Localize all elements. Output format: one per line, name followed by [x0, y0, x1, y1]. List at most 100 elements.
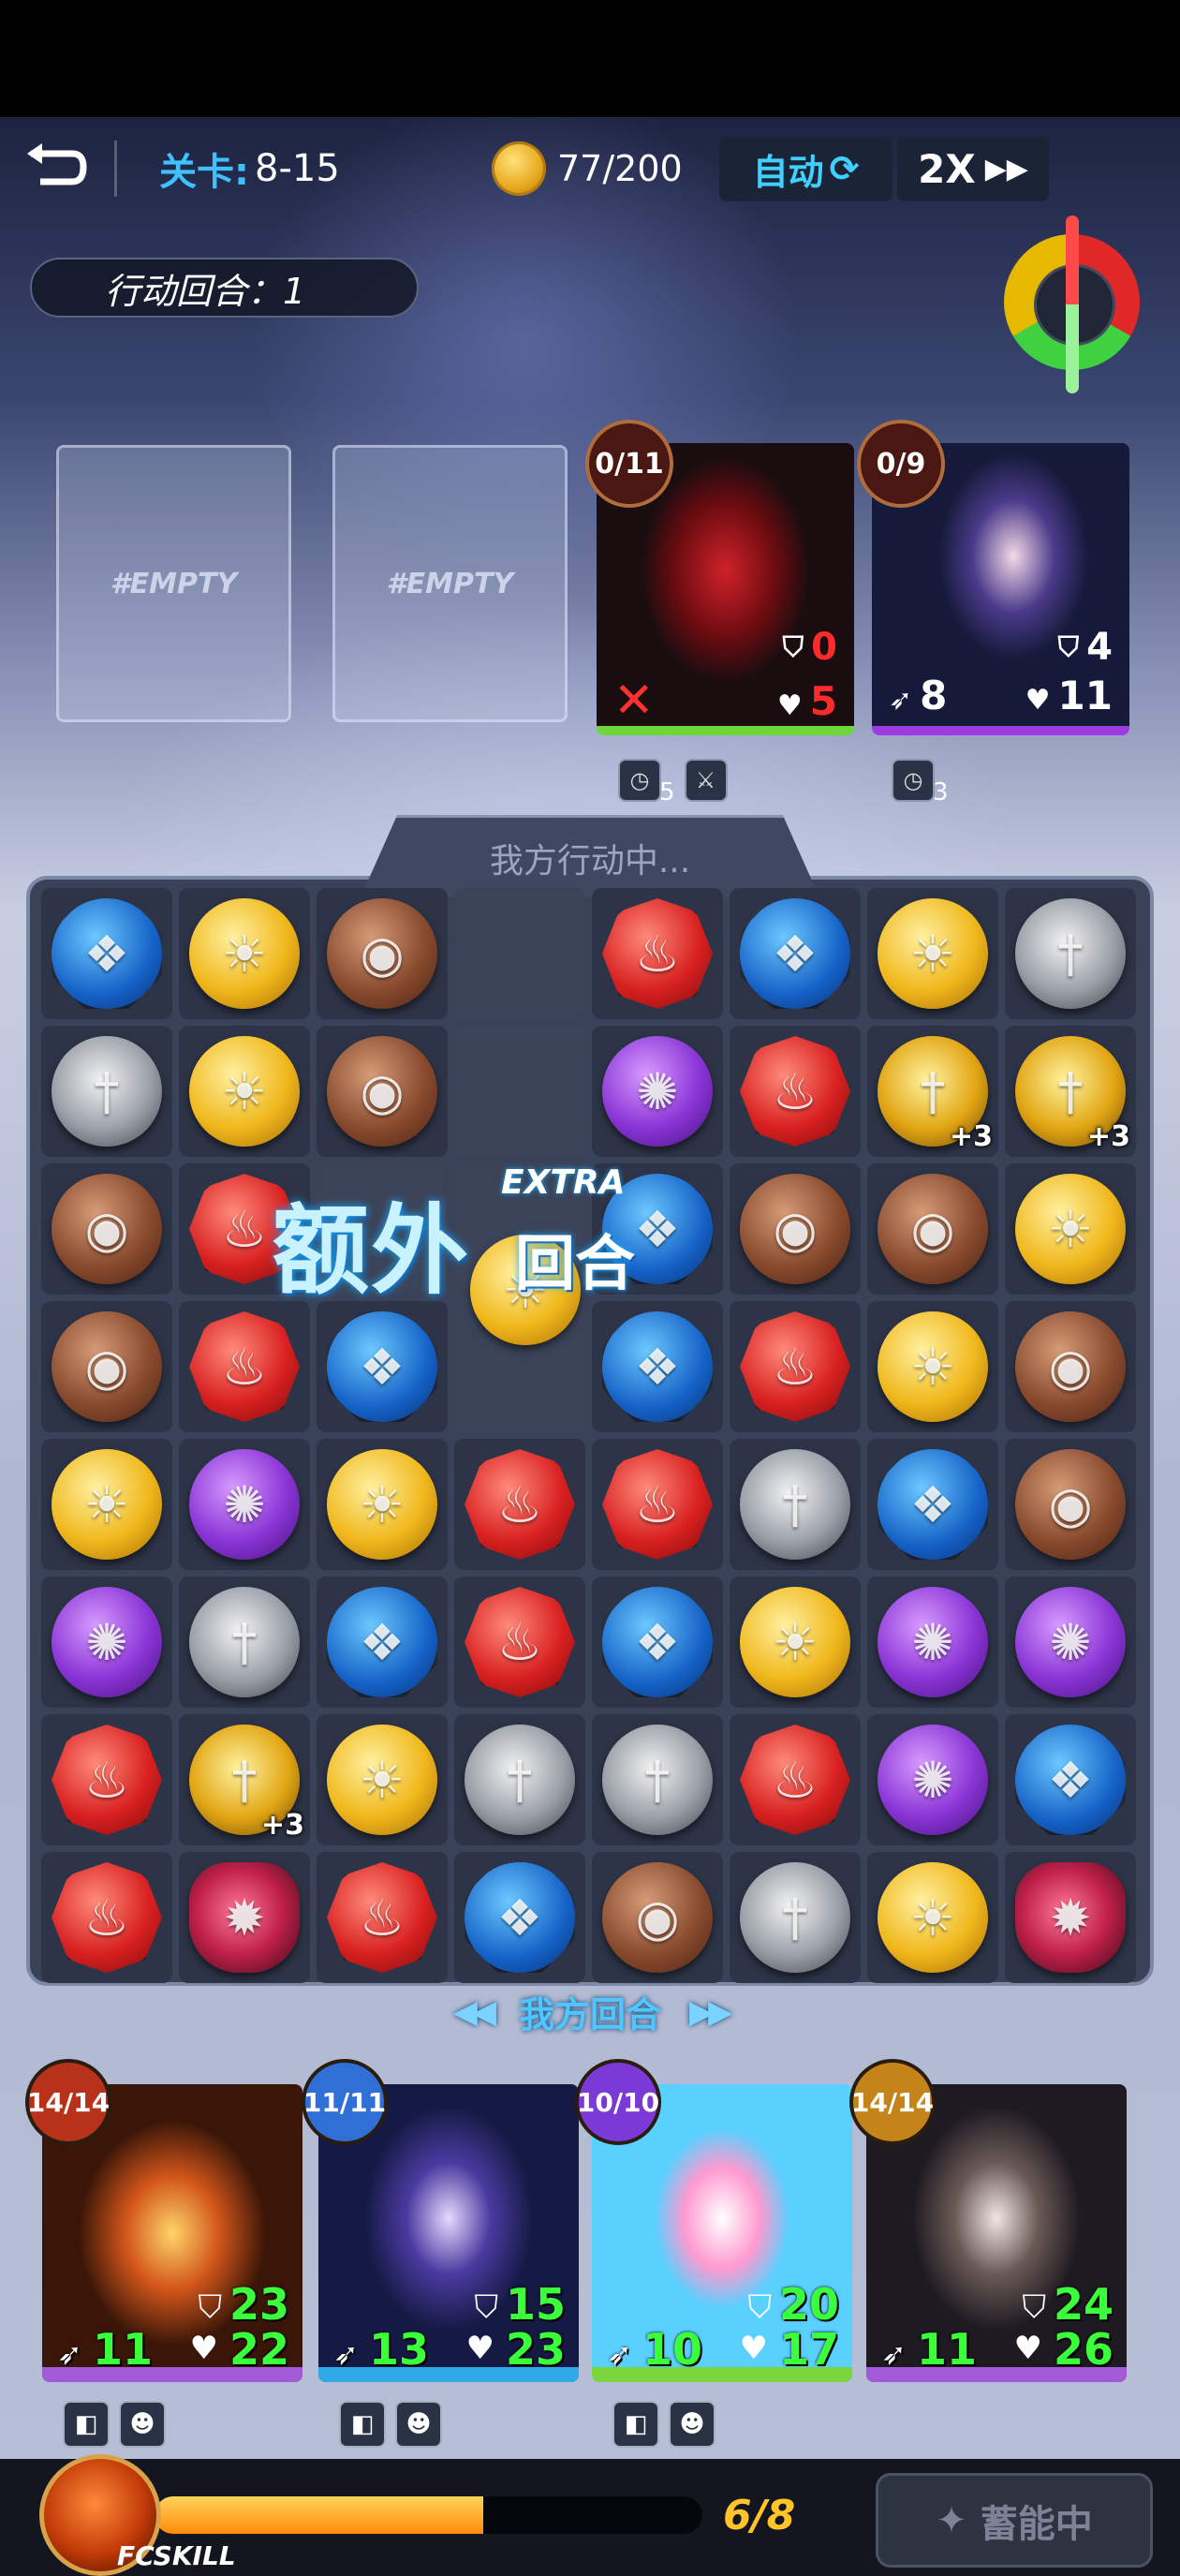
- board-cell[interactable]: ☀: [41, 1439, 172, 1570]
- red-fire-gem[interactable]: ♨: [52, 1862, 162, 1973]
- board-cell[interactable]: ☀: [1005, 1163, 1136, 1295]
- blue-water-gem[interactable]: ❖: [740, 898, 850, 1009]
- board-cell[interactable]: ♨: [730, 1301, 861, 1432]
- board-cell[interactable]: † +3: [1005, 1026, 1136, 1157]
- red-fire-gem[interactable]: ♨: [740, 1725, 850, 1835]
- brown-eye-gem[interactable]: ◉: [878, 1174, 988, 1284]
- board-cell[interactable]: †: [730, 1439, 861, 1570]
- yellow-sun-gem[interactable]: ☀: [1015, 1174, 1126, 1284]
- board-cell[interactable]: ✺: [1005, 1577, 1136, 1708]
- board-cell[interactable]: ✺: [867, 1714, 998, 1845]
- board-cell[interactable]: ◉: [317, 888, 448, 1019]
- brown-eye-gem[interactable]: ◉: [327, 898, 437, 1009]
- board-cell[interactable]: ◉: [592, 1852, 723, 1983]
- red-fire-gem[interactable]: ♨: [465, 1449, 575, 1560]
- board-cell[interactable]: †: [41, 1026, 172, 1157]
- brown-eye-gem[interactable]: ◉: [740, 1174, 850, 1284]
- red-fire-gem[interactable]: ♨: [740, 1311, 850, 1422]
- board-cell[interactable]: ☀: [317, 1714, 448, 1845]
- yellow-sun-gem[interactable]: ☀: [327, 1449, 437, 1560]
- silver-sword-gem[interactable]: †: [602, 1725, 713, 1835]
- board-cell[interactable]: ♨: [41, 1714, 172, 1845]
- red-fire-gem[interactable]: ♨: [52, 1725, 162, 1835]
- board-cell[interactable]: [454, 888, 585, 1019]
- board-cell[interactable]: ❖: [41, 888, 172, 1019]
- brown-eye-gem[interactable]: ◉: [327, 1036, 437, 1147]
- silver-sword-gem[interactable]: †: [189, 1587, 300, 1697]
- board-cell[interactable]: ◉: [1005, 1301, 1136, 1432]
- speed-button[interactable]: 2X ▶▶: [897, 136, 1049, 201]
- board-cell[interactable]: ✹: [179, 1852, 310, 1983]
- silver-sword-gem[interactable]: †: [740, 1862, 850, 1973]
- red-fire-gem[interactable]: ♨: [740, 1036, 850, 1147]
- board-cell[interactable]: ♨: [179, 1163, 310, 1295]
- board-cell[interactable]: ♨: [317, 1852, 448, 1983]
- board-cell[interactable]: † +3: [867, 1026, 998, 1157]
- board-cell[interactable]: ❖: [592, 1577, 723, 1708]
- yellow-sun-gem[interactable]: ☀: [878, 1862, 988, 1973]
- yellow-sun-gem[interactable]: ☀: [878, 1311, 988, 1422]
- charge-button[interactable]: ✦ 蓄能中: [876, 2473, 1153, 2568]
- board-cell[interactable]: ♨: [454, 1439, 585, 1570]
- yellow-sun-gem[interactable]: ☀: [740, 1587, 850, 1697]
- board-cell[interactable]: ❖: [730, 888, 861, 1019]
- board-cell[interactable]: ☀: [867, 1301, 998, 1432]
- blue-water-gem[interactable]: ❖: [52, 898, 162, 1009]
- brown-eye-gem[interactable]: ◉: [52, 1311, 162, 1422]
- beast-head-gem[interactable]: ✹: [189, 1862, 300, 1973]
- board-cell[interactable]: ♨: [41, 1852, 172, 1983]
- silver-sword-gem[interactable]: †: [465, 1725, 575, 1835]
- board-cell[interactable]: ✺: [179, 1439, 310, 1570]
- red-fire-gem[interactable]: ♨: [602, 1449, 713, 1560]
- yellow-sun-gem[interactable]: ☀: [189, 898, 300, 1009]
- board-cell[interactable]: ☀: [179, 888, 310, 1019]
- board-cell[interactable]: ◉: [867, 1163, 998, 1295]
- purple-wind-gem[interactable]: ✺: [1015, 1587, 1126, 1697]
- board-cell[interactable]: ❖: [592, 1301, 723, 1432]
- board-cell[interactable]: [317, 1163, 448, 1295]
- board-cell[interactable]: ❖: [317, 1577, 448, 1708]
- board-cell[interactable]: ☀: [179, 1026, 310, 1157]
- board-cell[interactable]: ◉: [730, 1163, 861, 1295]
- board-cell[interactable]: ♨: [592, 1439, 723, 1570]
- board-cell[interactable]: ♨: [730, 1714, 861, 1845]
- red-fire-gem[interactable]: ♨: [327, 1862, 437, 1973]
- board-cell[interactable]: †: [179, 1577, 310, 1708]
- purple-wind-gem[interactable]: ✺: [189, 1449, 300, 1560]
- board-cell[interactable]: ✹: [1005, 1852, 1136, 1983]
- board-cell[interactable]: †: [1005, 888, 1136, 1019]
- blue-water-gem[interactable]: ❖: [465, 1862, 575, 1973]
- red-fire-gem[interactable]: ♨: [602, 898, 713, 1009]
- purple-wind-gem[interactable]: ✺: [878, 1587, 988, 1697]
- purple-wind-gem[interactable]: ✺: [878, 1725, 988, 1835]
- board-cell[interactable]: ◉: [1005, 1439, 1136, 1570]
- brown-eye-gem[interactable]: ◉: [602, 1862, 713, 1973]
- board-cell[interactable]: † +3: [179, 1714, 310, 1845]
- purple-wind-gem[interactable]: ✺: [52, 1587, 162, 1697]
- blue-water-gem[interactable]: ❖: [602, 1174, 713, 1284]
- yellow-sun-gem[interactable]: ☀: [327, 1725, 437, 1835]
- board-cell[interactable]: ✺: [41, 1577, 172, 1708]
- board-cell[interactable]: ☀: [730, 1577, 861, 1708]
- board-cell[interactable]: [454, 1026, 585, 1157]
- auto-button[interactable]: 自动 ⟳: [719, 136, 892, 201]
- blue-water-gem[interactable]: ❖: [327, 1311, 437, 1422]
- board-cell[interactable]: ◉: [41, 1163, 172, 1295]
- board-cell[interactable]: ☀: [867, 888, 998, 1019]
- board-cell[interactable]: ✺: [867, 1577, 998, 1708]
- red-fire-gem[interactable]: ♨: [465, 1587, 575, 1697]
- board-cell[interactable]: ❖: [317, 1301, 448, 1432]
- purple-wind-gem[interactable]: ✺: [602, 1036, 713, 1147]
- yellow-sun-gem[interactable]: ☀: [878, 898, 988, 1009]
- beast-head-gem[interactable]: ✹: [1015, 1862, 1126, 1973]
- board-cell[interactable]: ♨: [730, 1026, 861, 1157]
- board-cell[interactable]: ☀: [317, 1439, 448, 1570]
- board-cell[interactable]: ❖: [592, 1163, 723, 1295]
- board-cell[interactable]: ☀: [867, 1852, 998, 1983]
- board-cell[interactable]: ◉: [317, 1026, 448, 1157]
- board-cell[interactable]: ◉: [41, 1301, 172, 1432]
- blue-water-gem[interactable]: ❖: [1015, 1725, 1126, 1835]
- board-cell[interactable]: †: [730, 1852, 861, 1983]
- yellow-sun-gem[interactable]: ☀: [52, 1449, 162, 1560]
- board-cell[interactable]: ❖: [867, 1439, 998, 1570]
